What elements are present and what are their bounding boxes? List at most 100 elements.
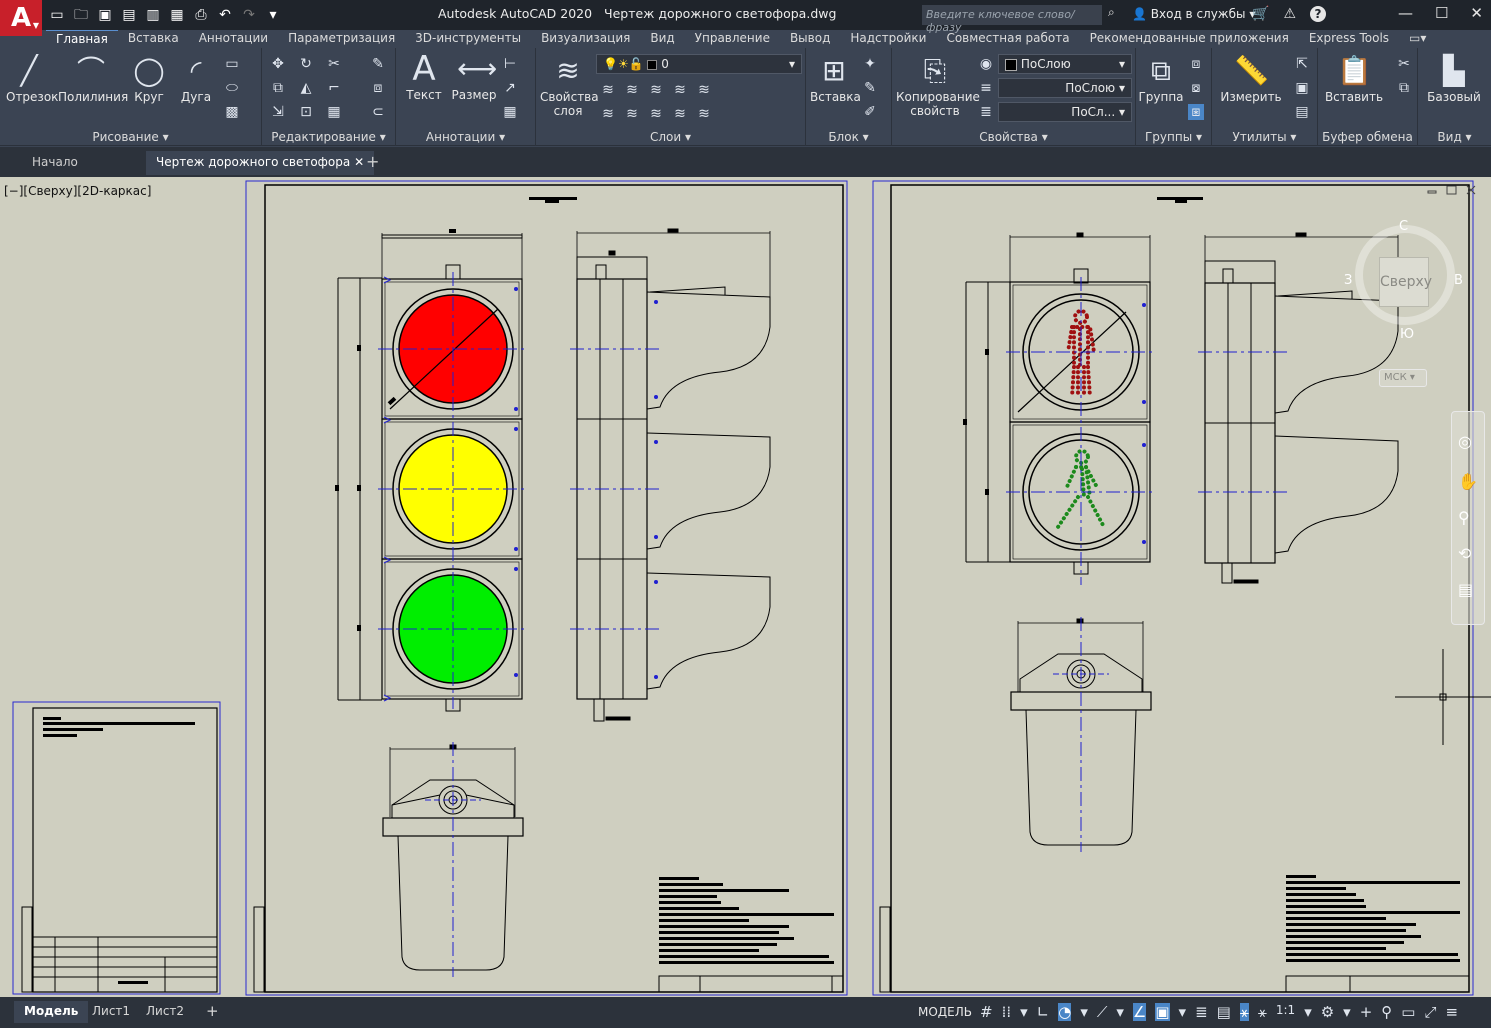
panel-block-title[interactable]: Блок ▾: [806, 130, 891, 144]
binoculars-icon[interactable]: ⌕: [1108, 5, 1115, 20]
ribbon-tab-0[interactable]: Главная: [46, 30, 118, 48]
layer-dropdown[interactable]: 💡☀🔓 0 ▾: [596, 54, 802, 74]
annotation-scale[interactable]: 1:1: [1276, 1003, 1295, 1021]
ribbon-tab-8[interactable]: Вывод: [780, 30, 840, 48]
array-icon[interactable]: ▦: [326, 104, 342, 120]
help-icon[interactable]: ?: [1310, 6, 1326, 22]
layer-properties-tool[interactable]: ≋ Свойства слоя: [540, 54, 599, 118]
pan-icon[interactable]: ✋: [1458, 472, 1478, 492]
minimize-icon[interactable]: —: [1398, 4, 1413, 22]
edit-block-icon[interactable]: ✎: [862, 80, 878, 96]
match-properties-tool[interactable]: ⎘ Копирование свойств: [896, 54, 980, 118]
layout-tab-0[interactable]: Модель: [14, 1001, 89, 1023]
arc-tool[interactable]: ◜ Дуга: [178, 54, 214, 104]
layer-match-icon[interactable]: ≋: [696, 82, 712, 98]
polar-dropdown-icon[interactable]: ▾: [1080, 1003, 1088, 1021]
annotation-monitor-icon[interactable]: +: [1360, 1003, 1373, 1021]
panel-modify-title[interactable]: Редактирование ▾: [262, 130, 395, 144]
viewcube-south[interactable]: Ю: [1400, 327, 1414, 342]
layer-unisolate-icon[interactable]: ≋: [624, 106, 640, 122]
fillet-icon[interactable]: ⌐: [326, 80, 342, 96]
layer-thaw-icon[interactable]: ≋: [648, 106, 664, 122]
add-layout-button[interactable]: +: [196, 1001, 229, 1023]
panel-draw-title[interactable]: Рисование ▾: [0, 130, 261, 144]
lineweight-display-icon[interactable]: ≣: [1195, 1003, 1208, 1021]
new-tab-button[interactable]: +: [356, 151, 389, 175]
circle-tool[interactable]: ◯ Круг: [130, 54, 168, 104]
rectangle-icon[interactable]: ▭: [224, 56, 240, 72]
polar-tracking-icon[interactable]: ◔: [1058, 1003, 1072, 1021]
lineweight-dropdown[interactable]: ПоСл... ▾: [998, 102, 1132, 122]
grid-icon[interactable]: #: [980, 1003, 993, 1021]
transparency-icon[interactable]: ▤: [1217, 1003, 1231, 1021]
copy-icon[interactable]: ⧉: [270, 80, 286, 96]
panel-view-title[interactable]: Вид ▾: [1418, 130, 1491, 144]
workspace-dropdown-icon[interactable]: ▾: [1343, 1003, 1351, 1021]
measure-tool[interactable]: 📏 Измерить: [1216, 54, 1286, 104]
block-attribute-icon[interactable]: ✐: [862, 104, 878, 120]
ribbon-tab-1[interactable]: Вставка: [118, 30, 189, 48]
ribbon-tab-7[interactable]: Управление: [685, 30, 780, 48]
panel-properties-title[interactable]: Свойства ▾: [892, 130, 1135, 144]
group-select-icon[interactable]: ⧆: [1188, 104, 1204, 120]
leader-icon[interactable]: ↗: [502, 80, 518, 96]
zoom-icon[interactable]: ⚲: [1458, 508, 1478, 528]
showmotion-icon[interactable]: ▤: [1458, 580, 1478, 600]
undo-icon[interactable]: ↶: [216, 6, 234, 24]
steering-wheel-icon[interactable]: ◎: [1458, 432, 1478, 452]
search-input[interactable]: Введите ключевое слово/фразу: [922, 5, 1102, 34]
ribbon-tab-5[interactable]: Визуализация: [531, 30, 640, 48]
application-menu-button[interactable]: A ▼: [0, 0, 42, 36]
isolate-objects-icon[interactable]: ⚲: [1381, 1003, 1392, 1021]
autoscale-icon[interactable]: ⚹: [1258, 1003, 1267, 1021]
object-snap-tracking-icon[interactable]: ∠: [1132, 1003, 1147, 1021]
layout-tab-1[interactable]: Лист1: [82, 1001, 140, 1023]
create-block-icon[interactable]: ✦: [862, 56, 878, 72]
trim-icon[interactable]: ✂: [326, 56, 342, 72]
layer-unlock-icon[interactable]: ≋: [672, 106, 688, 122]
graphics-perf-icon[interactable]: ▭: [1401, 1003, 1415, 1021]
close-icon[interactable]: ✕: [1470, 4, 1483, 22]
ribbon-visibility-toggle[interactable]: ▭▾: [1399, 30, 1436, 48]
signin-button[interactable]: 👤 Вход в службы ▾: [1132, 7, 1255, 21]
hatch-icon[interactable]: ▩: [224, 104, 240, 120]
osnap-dropdown-icon[interactable]: ▾: [1179, 1003, 1187, 1021]
layer-on-icon[interactable]: ≋: [600, 106, 616, 122]
color-dropdown[interactable]: ПоСлою ▾: [998, 54, 1132, 74]
cart-icon[interactable]: 🛒: [1252, 6, 1269, 22]
copy-clip-icon[interactable]: ⧉: [1396, 80, 1412, 96]
ribbon-tab-12[interactable]: Express Tools: [1299, 30, 1399, 48]
linetype-dropdown[interactable]: ПоСлою ▾: [998, 78, 1132, 98]
offset-icon[interactable]: ⊂: [370, 104, 386, 120]
group-edit-icon[interactable]: ⧇: [1188, 80, 1204, 96]
viewcube[interactable]: Сверху С Ю З В: [1344, 219, 1463, 345]
save-as-icon[interactable]: ▤: [120, 6, 138, 24]
print-icon[interactable]: ⎙: [192, 6, 210, 24]
ortho-icon[interactable]: ∟: [1037, 1003, 1050, 1021]
model-space-toggle[interactable]: МОДЕЛЬ: [918, 1005, 972, 1019]
linear-dim-icon[interactable]: ⊢: [502, 56, 518, 72]
scale-dropdown-icon[interactable]: ▾: [1304, 1003, 1312, 1021]
new-file-icon[interactable]: ▭: [48, 6, 66, 24]
ribbon-tab-11[interactable]: Рекомендованные приложения: [1080, 30, 1299, 48]
viewcube-face[interactable]: Сверху: [1379, 257, 1432, 307]
layout-tab-2[interactable]: Лист2: [136, 1001, 194, 1023]
redo-icon[interactable]: ↷: [240, 6, 258, 24]
maximize-icon[interactable]: ☐: [1435, 4, 1448, 22]
text-tool[interactable]: A Текст: [402, 52, 446, 102]
ellipse-icon[interactable]: ⬭: [224, 80, 240, 96]
layer-off-icon[interactable]: ≋: [600, 82, 616, 98]
paste-tool[interactable]: 📋 Вставить: [1322, 54, 1386, 104]
import-icon[interactable]: ▦: [168, 6, 186, 24]
snap-dropdown-icon[interactable]: ▾: [1020, 1003, 1028, 1021]
orbit-icon[interactable]: ⟲: [1458, 544, 1478, 564]
save-icon[interactable]: ▣: [96, 6, 114, 24]
rotate-icon[interactable]: ↻: [298, 56, 314, 72]
quick-select-icon[interactable]: ⇱: [1294, 56, 1310, 72]
viewcube-east[interactable]: В: [1454, 273, 1463, 288]
object-snap-icon[interactable]: ▣: [1155, 1003, 1170, 1021]
panel-groups-title[interactable]: Группы ▾: [1136, 130, 1211, 144]
fullscreen-icon[interactable]: ⤢: [1424, 1003, 1436, 1021]
ucs-menu[interactable]: МСК ▾: [1379, 369, 1427, 387]
calculator-icon[interactable]: ▤: [1294, 104, 1310, 120]
